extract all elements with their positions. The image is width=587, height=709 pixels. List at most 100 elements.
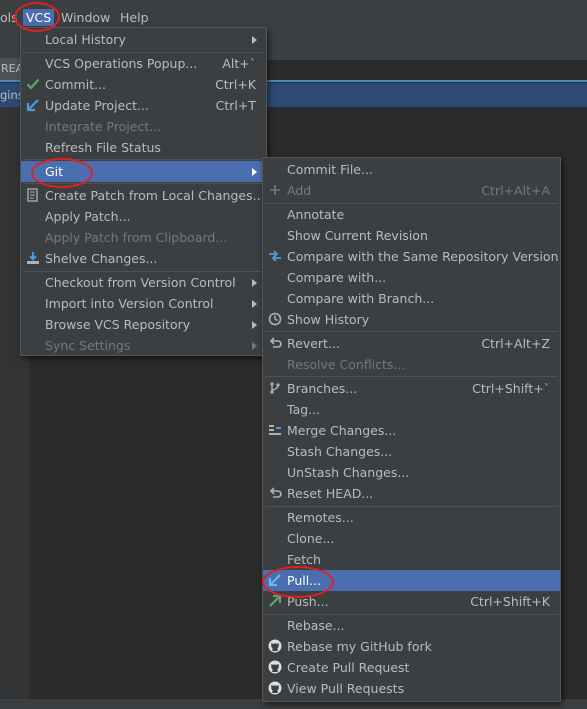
separator — [23, 159, 264, 160]
menu-item-label: Create Pull Request — [287, 660, 410, 675]
menu-item-label: UnStash Changes... — [287, 465, 410, 480]
menu-item-sync-settings[interactable]: Sync Settings — [21, 335, 266, 356]
menu-item-reset-head[interactable]: Reset HEAD... — [263, 483, 560, 504]
menu-item-label: Apply Patch from Clipboard... — [45, 230, 228, 245]
plus-icon — [270, 185, 280, 195]
menu-item-label: Add — [287, 183, 312, 198]
menu-window[interactable]: Window — [58, 9, 113, 26]
merge-icon — [269, 425, 281, 435]
compare-icon — [269, 250, 281, 262]
menu-item-label: Remotes... — [287, 510, 354, 525]
menu-item-tag[interactable]: Tag... — [263, 399, 560, 420]
menu-help[interactable]: Help — [117, 9, 152, 26]
github-icon — [268, 681, 282, 695]
menu-item-git[interactable]: Git — [21, 161, 266, 182]
menu-item-label: Rebase my GitHub fork — [287, 639, 432, 654]
menu-item-add[interactable]: Add Ctrl+Alt+A — [263, 180, 560, 201]
menu-item-shortcut: Ctrl+T — [215, 98, 256, 113]
menu-item-label: View Pull Requests — [287, 681, 405, 696]
separator — [265, 331, 558, 332]
menu-item-label: Commit File... — [287, 162, 373, 177]
menu-item-label: Rebase... — [287, 618, 345, 633]
git-submenu: Commit File... Add Ctrl+Alt+A Annotate S… — [262, 157, 561, 702]
menu-item-compare-same-version[interactable]: Compare with the Same Repository Version — [263, 246, 560, 267]
menu-item-label: Integrate Project... — [45, 119, 162, 134]
menu-item-label: Sync Settings — [45, 338, 131, 353]
menu-item-shelve-changes[interactable]: Shelve Changes... — [21, 248, 266, 269]
menu-item-vcs-operations-popup[interactable]: VCS Operations Popup... Alt+` — [21, 53, 266, 74]
menu-item-rebase-github-fork[interactable]: Rebase my GitHub fork — [263, 636, 560, 657]
editor-tab[interactable]: REA — [0, 58, 21, 80]
tree-row-text: gins — [0, 88, 22, 102]
menu-item-show-current-revision[interactable]: Show Current Revision — [263, 225, 560, 246]
menu-item-label: Stash Changes... — [287, 444, 393, 459]
menu-item-push[interactable]: Push... Ctrl+Shift+K — [263, 591, 560, 612]
menu-vcs[interactable]: VCS — [23, 9, 55, 26]
menu-item-label: Compare with Branch... — [287, 291, 435, 306]
separator — [265, 376, 558, 377]
menu-item-apply-patch-clipboard[interactable]: Apply Patch from Clipboard... — [21, 227, 266, 248]
menu-item-compare-with-branch[interactable]: Compare with Branch... — [263, 288, 560, 309]
menu-item-branches[interactable]: Branches... Ctrl+Shift+` — [263, 378, 560, 399]
menu-item-annotate[interactable]: Annotate — [263, 204, 560, 225]
menu-item-commit[interactable]: Commit... Ctrl+K — [21, 74, 266, 95]
menu-item-label: VCS Operations Popup... — [45, 56, 198, 71]
menu-item-update-project[interactable]: Update Project... Ctrl+T — [21, 95, 266, 116]
menu-item-import-vcs[interactable]: Import into Version Control — [21, 293, 266, 314]
push-icon — [269, 594, 282, 607]
menu-item-label: Show History — [287, 312, 370, 327]
menu-item-view-pull-requests[interactable]: View Pull Requests — [263, 678, 560, 699]
update-arrow-icon — [26, 99, 39, 112]
menu-item-local-history[interactable]: Local History — [21, 29, 266, 50]
menu-item-stash-changes[interactable]: Stash Changes... — [263, 441, 560, 462]
menu-item-label: Resolve Conflicts... — [287, 357, 406, 372]
menu-item-label: Annotate — [287, 207, 345, 222]
submenu-arrow-icon — [252, 36, 257, 44]
menu-item-rebase[interactable]: Rebase... — [263, 615, 560, 636]
menu-item-compare-with[interactable]: Compare with... — [263, 267, 560, 288]
github-icon — [268, 660, 282, 674]
menu-item-label: Refresh File Status — [45, 140, 161, 155]
reset-icon — [269, 487, 282, 498]
menu-item-create-patch[interactable]: Create Patch from Local Changes... — [21, 185, 266, 206]
menu-item-refresh-file-status[interactable]: Refresh File Status — [21, 137, 266, 158]
menu-item-integrate-project[interactable]: Integrate Project... — [21, 116, 266, 137]
menu-item-label: Apply Patch... — [45, 209, 131, 224]
menu-item-unstash-changes[interactable]: UnStash Changes... — [263, 462, 560, 483]
menu-item-label: Update Project... — [45, 98, 149, 113]
menu-item-label: Compare with the Same Repository Version — [287, 249, 559, 264]
patch-icon — [27, 188, 38, 202]
menu-item-shortcut: Ctrl+Shift+K — [470, 594, 550, 609]
menu-item-checkout-vcs[interactable]: Checkout from Version Control — [21, 272, 266, 293]
menu-item-label: Clone... — [287, 531, 335, 546]
submenu-arrow-icon — [252, 342, 257, 350]
menu-item-browse-vcs-repository[interactable]: Browse VCS Repository — [21, 314, 266, 335]
menu-item-label: Commit... — [45, 77, 107, 92]
menu-item-create-pull-request[interactable]: Create Pull Request — [263, 657, 560, 678]
menu-tools[interactable]: ols — [0, 9, 21, 26]
menu-item-pull[interactable]: Pull... — [263, 570, 560, 591]
menu-item-fetch[interactable]: Fetch — [263, 549, 560, 570]
menu-item-merge-changes[interactable]: Merge Changes... — [263, 420, 560, 441]
menu-item-remotes[interactable]: Remotes... — [263, 507, 560, 528]
shelve-icon — [27, 252, 39, 264]
menu-item-clone[interactable]: Clone... — [263, 528, 560, 549]
menu-item-label: Merge Changes... — [287, 423, 397, 438]
check-icon — [26, 78, 40, 90]
menu-item-label: Branches... — [287, 381, 358, 396]
menu-item-label: Revert... — [287, 336, 340, 351]
menu-item-label: Pull... — [287, 573, 322, 588]
menu-item-label: Local History — [45, 32, 126, 47]
menu-item-apply-patch[interactable]: Apply Patch... — [21, 206, 266, 227]
menu-item-show-history[interactable]: Show History — [263, 309, 560, 330]
menu-item-commit-file[interactable]: Commit File... — [263, 159, 560, 180]
menu-item-label: Compare with... — [287, 270, 387, 285]
menu-item-label: Reset HEAD... — [287, 486, 374, 501]
menu-item-label: Shelve Changes... — [45, 251, 158, 266]
menu-item-shortcut: Alt+` — [222, 56, 256, 71]
menu-item-revert[interactable]: Revert... Ctrl+Alt+Z — [263, 333, 560, 354]
branch-icon — [270, 382, 280, 394]
menu-item-resolve-conflicts[interactable]: Resolve Conflicts... — [263, 354, 560, 375]
submenu-arrow-icon — [252, 321, 257, 329]
github-icon — [268, 639, 282, 653]
